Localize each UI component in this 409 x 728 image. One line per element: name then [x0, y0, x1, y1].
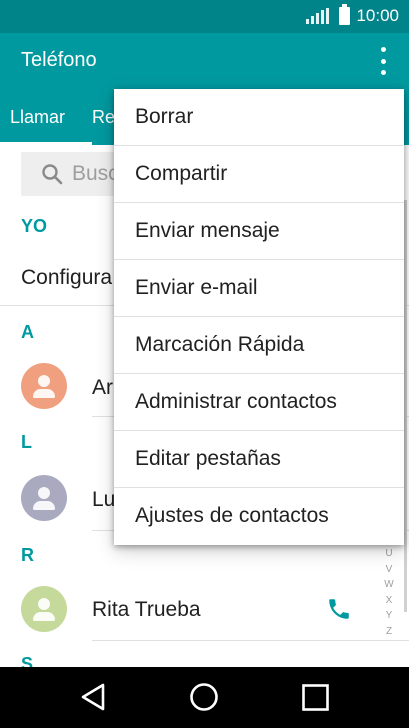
menu-item-speed-dial[interactable]: Marcación Rápida [114, 317, 404, 374]
menu-item-label: Administrar contactos [135, 390, 337, 413]
app-bar: Teléfono [0, 33, 409, 91]
section-header-r: R [21, 545, 34, 565]
signal-icon [306, 8, 330, 24]
battery-icon [339, 4, 351, 25]
menu-item-send-message[interactable]: Enviar mensaje [114, 203, 404, 260]
status-bar: 10:00 [0, 0, 409, 33]
overflow-menu-icon[interactable] [379, 47, 387, 75]
alphabet-letter[interactable]: Z [383, 624, 395, 640]
phone-icon[interactable] [326, 596, 352, 622]
menu-item-manage-contacts[interactable]: Administrar contactos [114, 374, 404, 431]
menu-item-contact-settings[interactable]: Ajustes de contactos [114, 488, 404, 545]
profile-setup-row[interactable]: Configura [21, 266, 112, 290]
page-title: Teléfono [21, 49, 97, 71]
alphabet-letter[interactable]: W [383, 577, 395, 593]
alphabet-letter[interactable]: V [383, 562, 395, 578]
home-icon[interactable] [189, 682, 219, 712]
contact-name-a[interactable]: Ar [92, 376, 113, 400]
tab-recientes[interactable]: Re [92, 107, 115, 128]
tab-indicator [0, 142, 92, 145]
section-header-a: A [21, 322, 34, 342]
alphabet-letter[interactable]: X [383, 593, 395, 609]
alphabet-index[interactable]: U V W X Y Z [383, 546, 395, 639]
contact-name-l[interactable]: Lu [92, 488, 115, 512]
search-icon [42, 164, 63, 185]
avatar [21, 363, 67, 409]
avatar [21, 475, 67, 521]
alphabet-letter[interactable]: Y [383, 608, 395, 624]
contact-name-rita[interactable]: Rita Trueba [92, 598, 201, 622]
menu-item-delete[interactable]: Borrar [114, 89, 404, 146]
section-header-l: L [21, 432, 32, 452]
section-header-s: S [21, 654, 34, 667]
menu-item-label: Compartir [135, 162, 228, 185]
menu-item-label: Enviar mensaje [135, 219, 280, 242]
section-header-yo: YO [21, 216, 48, 236]
status-time: 10:00 [356, 6, 399, 25]
avatar [21, 586, 67, 632]
menu-item-share[interactable]: Compartir [114, 146, 404, 203]
menu-item-send-email[interactable]: Enviar e-mail [114, 260, 404, 317]
overflow-popup-menu: Borrar Compartir Enviar mensaje Enviar e… [114, 89, 404, 545]
menu-item-label: Borrar [135, 105, 194, 128]
scrollbar[interactable] [404, 200, 407, 612]
alphabet-letter[interactable]: U [383, 546, 395, 562]
menu-item-edit-tabs[interactable]: Editar pestañas [114, 431, 404, 488]
search-placeholder: Busc [72, 162, 119, 185]
menu-item-label: Editar pestañas [135, 447, 281, 470]
menu-item-label: Ajustes de contactos [135, 504, 329, 527]
recents-icon[interactable] [302, 684, 329, 711]
status-indicators: 10:00 [306, 4, 399, 26]
divider [92, 640, 409, 641]
menu-item-label: Enviar e-mail [135, 276, 258, 299]
back-icon[interactable] [80, 683, 106, 711]
tab-llamar[interactable]: Llamar [10, 107, 65, 128]
menu-item-label: Marcación Rápida [135, 333, 305, 356]
navigation-bar [0, 667, 409, 728]
